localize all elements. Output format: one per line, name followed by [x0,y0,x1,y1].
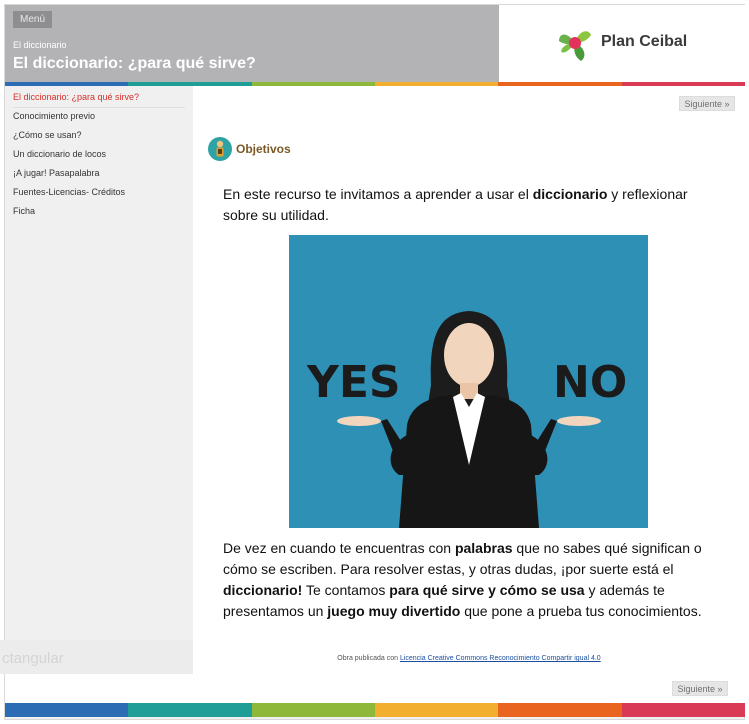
nav-item-como-se-usan[interactable]: ¿Cómo se usan? [5,130,193,149]
license-link[interactable]: Licencia Creative Commons Reconocimiento… [400,655,601,662]
ghost-text: ctangular [2,650,64,667]
page-header: Menú El diccionario El diccionario: ¿par… [5,5,745,83]
section-title: Objetivos [236,142,291,156]
objectives-icon [208,137,232,161]
brand-area: Plan Ceibal [499,5,745,83]
plan-ceibal-logo-icon [559,31,591,61]
brand-name: Plan Ceibal [601,33,688,50]
breadcrumb: El diccionario [13,40,67,50]
objectives-heading: Objetivos [208,137,291,161]
menu-button[interactable]: Menú [13,11,52,28]
nav-item-conocimiento-previo[interactable]: Conocimiento previo [5,111,193,130]
nav-item-pasapalabra[interactable]: ¡A jugar! Pasapalabra [5,168,193,187]
nav-item-diccionario-de-locos[interactable]: Un diccionario de locos [5,149,193,168]
description-paragraph: De vez en cuando te encuentras con palab… [223,540,702,619]
nav-item-ficha[interactable]: Ficha [5,206,193,225]
main-content: Siguiente » Objetivos En este recurso te… [193,86,745,674]
footer-area: Siguiente » [5,674,745,703]
intro-paragraph: En este recurso te invitamos a aprender … [223,186,688,223]
yes-text: YES [306,357,401,408]
next-button-top[interactable]: Siguiente » [679,96,735,111]
nav-item-fuentes-licencias-creditos[interactable]: Fuentes-Licencias- Créditos [5,187,193,206]
next-button-bottom[interactable]: Siguiente » [672,681,728,696]
no-text: NO [553,357,627,408]
sidebar-nav: El diccionario: ¿para qué sirve? Conocim… [5,86,193,674]
nav-item-el-diccionario[interactable]: El diccionario: ¿para qué sirve? [5,92,193,111]
license-note: Obra publicada con Licencia Creative Com… [337,655,601,662]
header-title-area: Menú El diccionario El diccionario: ¿par… [5,5,499,83]
page-title: El diccionario: ¿para qué sirve? [13,55,256,72]
color-stripe-bottom [5,703,745,717]
yes-no-illustration: YES NO [289,235,648,528]
